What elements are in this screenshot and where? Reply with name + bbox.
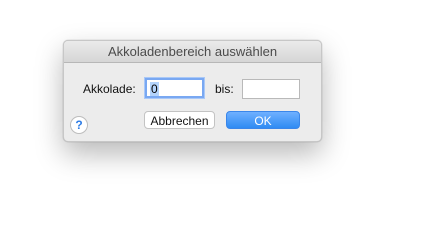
help-icon[interactable]: ?: [70, 116, 88, 134]
cancel-button[interactable]: Abbrechen: [144, 111, 215, 129]
akkolade-from-value: 0: [150, 82, 159, 96]
akkolade-to-field[interactable]: [242, 79, 300, 99]
bis-label: bis:: [215, 82, 234, 96]
dialog-title: Akkoladenbereich auswählen: [64, 41, 321, 63]
akkolade-from-field[interactable]: 0: [145, 78, 204, 98]
akkolade-label: Akkolade:: [83, 82, 136, 96]
dialog-window: Akkoladenbereich auswählen Akkolade: 0 b…: [63, 40, 322, 142]
ok-button[interactable]: OK: [226, 111, 300, 129]
